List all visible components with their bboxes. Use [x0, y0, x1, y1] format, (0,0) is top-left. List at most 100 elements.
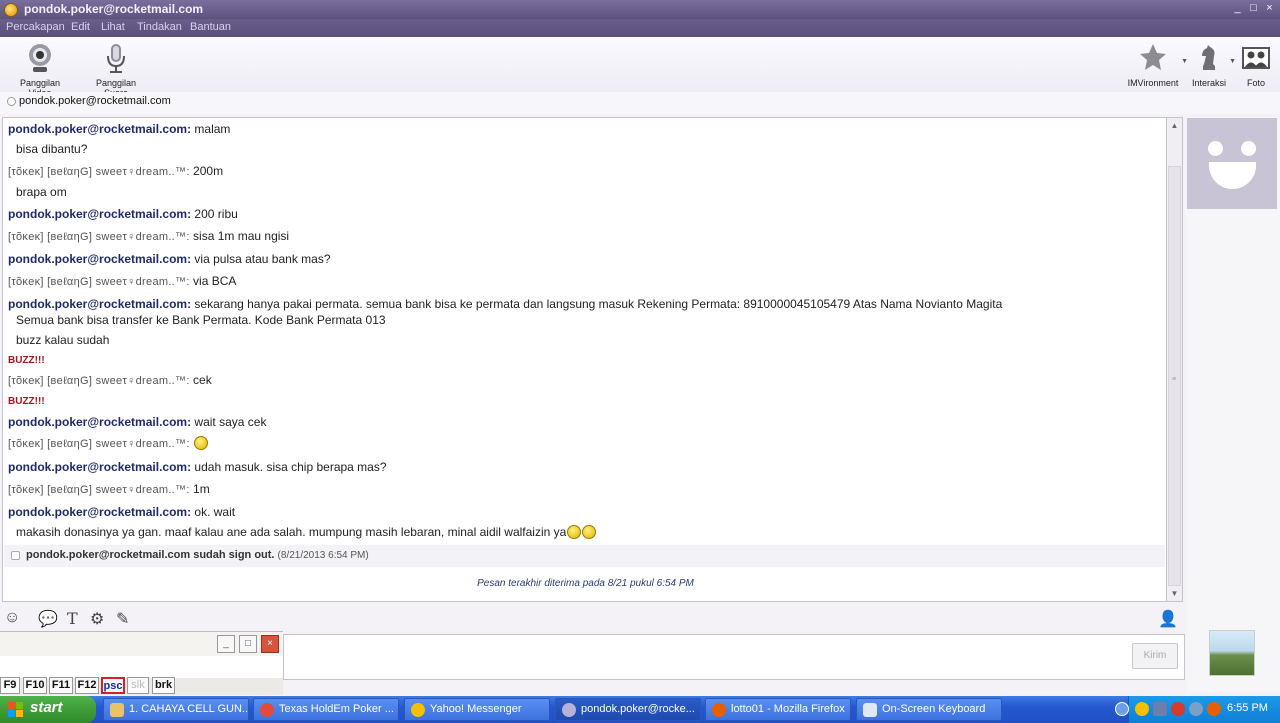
window-title: pondok.poker@rocketmail.com [24, 2, 204, 16]
conversation-scrollbar[interactable]: ▲ ≡ ▼ [1167, 117, 1183, 602]
chat-message: pondok.poker@rocketmail.com: ok. wait [8, 505, 235, 519]
chrome-icon [260, 703, 274, 717]
update-icon[interactable] [1189, 702, 1203, 716]
foto-label: Foto [1246, 78, 1265, 88]
imvironment-button[interactable]: ▼ IMVironment [1126, 42, 1188, 88]
task-label: Yahoo! Messenger [430, 703, 522, 715]
start-label: start [30, 699, 63, 716]
interaksi-label: Interaksi [1191, 78, 1226, 88]
menu-bantuan[interactable]: Bantuan [190, 21, 231, 33]
message-text: sisa 1m mau ngisi [193, 229, 290, 243]
video-call-button[interactable]: Panggilan Video [8, 42, 72, 98]
send-button[interactable]: Kirim [1132, 643, 1178, 669]
osk-maximize-button[interactable]: □ [239, 635, 257, 653]
menu-tindakan[interactable]: Tindakan [137, 21, 182, 33]
signout-time: (8/21/2013 6:54 PM) [277, 550, 369, 561]
message-sender: pondok.poker@rocketmail.com: [8, 505, 192, 519]
add-contact-icon[interactable]: 👤 [1158, 609, 1178, 629]
message-sender: pondok.poker@rocketmail.com: [8, 297, 192, 311]
message-text: sekarang hanya pakai permata. semua bank… [194, 297, 1003, 311]
minimize-button[interactable]: _ [1231, 2, 1244, 15]
osk-key-area [0, 656, 283, 678]
osk-key-brk[interactable]: brk [152, 677, 175, 694]
task-label: 1. CAHAYA CELL GUN... [129, 703, 249, 715]
title-bar: pondok.poker@rocketmail.com _ □ × [0, 0, 1280, 19]
emoticon-icon[interactable]: ☺ [4, 609, 20, 627]
chat-message-continuation: buzz kalau sudah [16, 333, 110, 347]
osk-key-slk[interactable]: slk [127, 677, 149, 694]
task-cahaya-cell[interactable]: 1. CAHAYA CELL GUN... [103, 698, 249, 721]
signout-notice: pondok.poker@rocketmail.com sudah sign o… [4, 545, 1165, 567]
scroll-up-icon[interactable]: ▲ [1169, 120, 1180, 131]
contact-avatar[interactable] [1187, 118, 1277, 209]
imvironment-label: IMVironment [1127, 78, 1179, 88]
compose-toolbar: ☺ 💬 T ⚙ ✎ 👤 [0, 605, 1185, 632]
firefox-tray-icon[interactable] [1207, 702, 1221, 716]
task-yahoo-messenger[interactable]: Yahoo! Messenger [404, 698, 550, 721]
settings-gear-icon[interactable]: ⚙ [90, 609, 104, 629]
network-icon[interactable] [1153, 702, 1167, 716]
task-on-screen-keyboard[interactable]: On-Screen Keyboard [856, 698, 1002, 721]
user-avatar[interactable] [1209, 630, 1255, 676]
chat-message-continuation: bisa dibantu? [16, 142, 88, 156]
message-input[interactable] [283, 634, 1185, 680]
osk-key-f9[interactable]: F9 [0, 677, 20, 694]
speech-bubble-icon[interactable]: 💬 [38, 609, 58, 629]
message-sender: [τõκeκ] [вeℓαηG] sweeτ♀dream..™: [8, 484, 190, 496]
message-sender: [τõκeκ] [вeℓαηG] sweeτ♀dream..™: [8, 438, 190, 450]
message-text: cek [193, 373, 212, 387]
avatar-eye-icon [1241, 141, 1256, 156]
system-tray: 6:55 PM [1115, 696, 1280, 723]
task-firefox[interactable]: lotto01 - Mozilla Firefox [705, 698, 851, 721]
attachment-icon[interactable]: ✎ [116, 609, 129, 629]
firefox-icon [712, 703, 726, 717]
message-text: malam [194, 122, 231, 136]
imvironment-icon [1140, 44, 1166, 70]
smile-emoticon-icon [567, 525, 582, 539]
osk-key-f12[interactable]: F12 [75, 677, 99, 694]
osk-title-bar: _ □ × [0, 632, 283, 656]
message-sender: pondok.poker@rocketmail.com: [8, 122, 192, 136]
yahoo-tray-icon[interactable] [1135, 702, 1149, 716]
task-pondok-poker[interactable]: pondok.poker@rocke... [555, 698, 701, 721]
menu-percakapan[interactable]: Percakapan [6, 21, 65, 33]
message-text: 1m [193, 482, 210, 496]
voice-call-button[interactable]: Panggilan Suara [84, 42, 148, 98]
chat-message: [τõκeκ] [вeℓαηG] sweeτ♀dream..™: cek [8, 373, 212, 387]
chat-window-icon [562, 703, 576, 717]
foto-button[interactable]: Foto [1238, 42, 1274, 88]
maximize-button[interactable]: □ [1247, 2, 1260, 15]
message-sender: pondok.poker@rocketmail.com: [8, 415, 192, 429]
task-texas-holdem[interactable]: Texas HoldEm Poker ... [253, 698, 399, 721]
contact-name[interactable]: pondok.poker@rocketmail.com [19, 95, 171, 107]
menu-bar: Percakapan Edit Lihat Tindakan Bantuan [0, 19, 1280, 37]
close-button[interactable]: × [1263, 2, 1276, 15]
conversation-panel: pondok.poker@rocketmail.com: malam bisa … [2, 117, 1167, 602]
message-text: makasih donasinya ya gan. maaf kalau ane… [16, 525, 567, 539]
antivirus-icon[interactable] [1171, 702, 1185, 716]
chat-message: [τõκeκ] [вeℓαηG] sweeτ♀dream..™: 1m [8, 482, 210, 496]
osk-minimize-button[interactable]: _ [217, 635, 235, 653]
text-format-icon[interactable]: T [67, 609, 78, 628]
interaksi-button[interactable]: ▼ Interaksi [1190, 42, 1236, 88]
menu-lihat[interactable]: Lihat [101, 21, 125, 33]
osk-key-f11[interactable]: F11 [49, 677, 73, 694]
message-sender: [τõκeκ] [вeℓαηG] sweeτ♀dream..™: [8, 276, 190, 288]
buzz-notice: BUZZ!!! [8, 396, 45, 407]
message-text: 200m [193, 164, 224, 178]
message-sender: pondok.poker@rocketmail.com: [8, 252, 192, 266]
menu-edit[interactable]: Edit [71, 21, 90, 33]
scroll-down-icon[interactable]: ▼ [1169, 588, 1180, 599]
osk-key-f10[interactable]: F10 [23, 677, 47, 694]
osk-close-button[interactable]: × [261, 635, 279, 653]
tray-expand-icon[interactable] [1115, 702, 1129, 716]
last-message-status: Pesan terakhir diterima pada 8/21 pukul … [477, 578, 694, 589]
message-text: ok. wait [194, 505, 236, 519]
task-label: On-Screen Keyboard [882, 703, 986, 715]
chat-message: pondok.poker@rocketmail.com: sekarang ha… [8, 297, 1002, 311]
chat-message: pondok.poker@rocketmail.com: wait saya c… [8, 415, 266, 429]
start-button[interactable]: start [0, 696, 96, 723]
osk-key-psc[interactable]: psc [101, 677, 125, 694]
photo-people-icon [1242, 47, 1270, 69]
message-text: via pulsa atau bank mas? [194, 252, 331, 266]
